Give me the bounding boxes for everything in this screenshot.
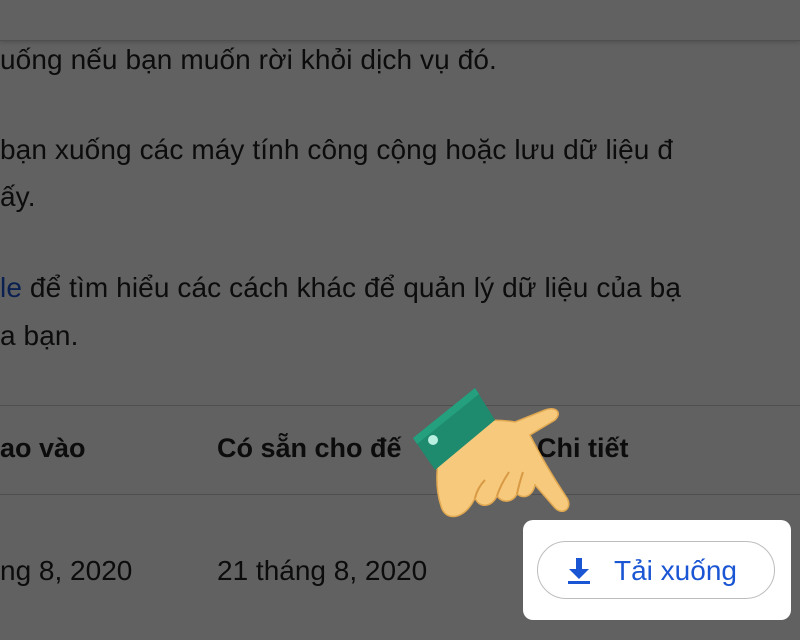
download-button-label: Tải xuống <box>614 555 737 586</box>
learn-more-link[interactable]: le <box>0 272 22 303</box>
paragraph-line-2: bạn xuống các máy tính công cộng hoặc lư… <box>0 134 674 165</box>
pointing-hand-icon <box>413 388 570 518</box>
download-highlight: Tải xuống <box>523 520 791 620</box>
column-header-created: ao vào <box>0 433 86 463</box>
paragraph-line-3: ấy. <box>0 181 36 212</box>
cell-created-date: ng 8, 2020 <box>0 555 133 586</box>
column-header-available-until: Có sẵn cho đế <box>217 433 402 463</box>
table-header-divider <box>0 494 800 495</box>
download-button[interactable]: Tải xuống <box>537 541 775 599</box>
cell-available-until-date: 21 tháng 8, 2020 <box>217 555 428 586</box>
paragraph-line-4-text: để tìm hiểu các cách khác để quản lý dữ … <box>29 272 682 303</box>
download-icon <box>568 558 590 584</box>
top-bar <box>0 0 800 41</box>
paragraph-line-1: uống nếu bạn muốn rời khỏi dịch vụ đó. <box>0 44 497 75</box>
paragraph-line-5: a bạn. <box>0 320 79 351</box>
paragraph-line-4: le để tìm hiểu các cách khác để quản lý … <box>0 272 681 304</box>
table-top-divider <box>0 405 800 406</box>
